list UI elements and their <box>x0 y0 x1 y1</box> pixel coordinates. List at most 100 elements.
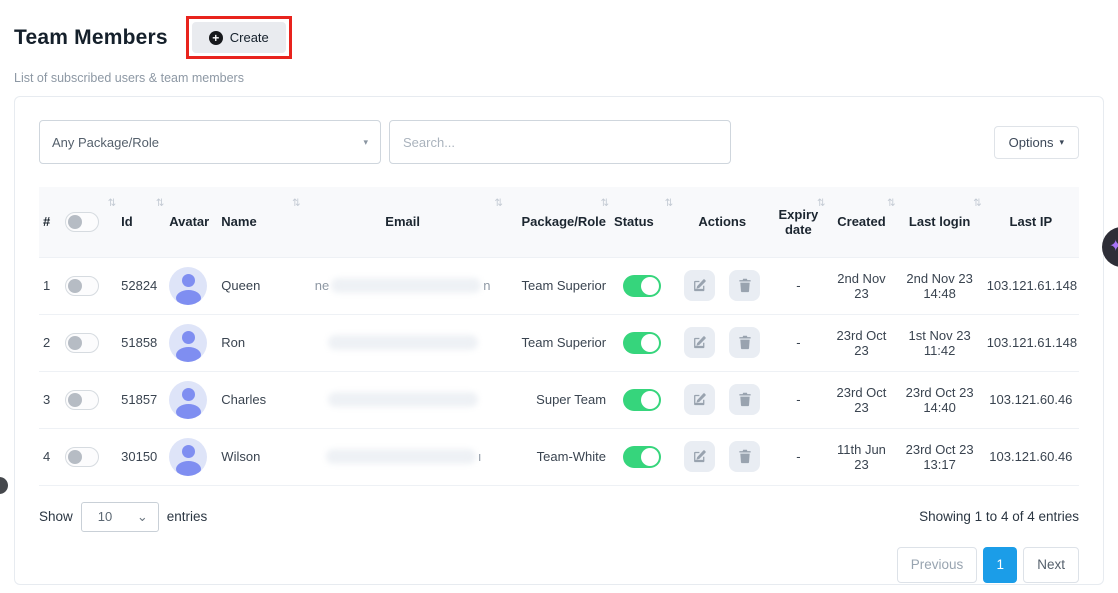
chevron-down-icon: ⌄ <box>137 514 148 519</box>
column-header-last-login[interactable]: Last login ⇅ <box>897 187 983 257</box>
created-date: 23rd Oct 23 <box>826 371 896 428</box>
status-toggle[interactable] <box>623 389 661 411</box>
table-row: 3 51857 Charles Super Team - 23rd Oct 23… <box>39 371 1079 428</box>
sort-icon: ⇅ <box>108 198 116 209</box>
email-fragment: ne <box>315 278 329 293</box>
row-select-toggle[interactable] <box>65 276 99 296</box>
status-toggle[interactable] <box>623 332 661 354</box>
row-number: 3 <box>39 371 61 428</box>
redacted-email <box>326 449 476 464</box>
create-button-label: Create <box>230 30 269 45</box>
sort-icon: ⇅ <box>156 198 164 209</box>
package-role-select[interactable]: Any Package/Role ▾ <box>39 120 381 164</box>
redacted-email <box>331 278 481 293</box>
edit-icon <box>692 278 707 293</box>
delete-button[interactable] <box>729 327 760 358</box>
select-all-toggle[interactable] <box>65 212 99 232</box>
edit-icon <box>692 392 707 407</box>
team-members-page: Team Members + Create List of subscribed… <box>0 0 1118 593</box>
created-date: 2nd Nov 23 <box>826 257 896 314</box>
left-edge-dot <box>0 477 8 494</box>
member-package: Super Team <box>504 371 610 428</box>
member-id: 51858 <box>117 314 165 371</box>
sort-icon: ⇅ <box>665 198 673 209</box>
member-package: Team Superior <box>504 314 610 371</box>
email-fragment: ı <box>478 449 482 464</box>
edit-button[interactable] <box>684 327 715 358</box>
status-toggle[interactable] <box>623 446 661 468</box>
avatar <box>169 438 207 476</box>
options-button[interactable]: Options ▾ <box>994 126 1079 159</box>
delete-button[interactable] <box>729 270 760 301</box>
trash-icon <box>738 335 752 350</box>
sort-icon: ⇅ <box>817 198 825 209</box>
member-package: Team Superior <box>504 257 610 314</box>
next-page-button[interactable]: Next <box>1023 547 1079 583</box>
trash-icon <box>738 278 752 293</box>
member-name: Ron <box>217 314 301 371</box>
table-row: 1 52824 Queen ne n Team Superior - 2nd No… <box>39 257 1079 314</box>
redacted-email <box>328 335 478 350</box>
row-number: 4 <box>39 428 61 485</box>
row-select-toggle[interactable] <box>65 333 99 353</box>
column-header-select-all[interactable]: ⇅ <box>61 187 117 257</box>
last-login: 2nd Nov 23 14:48 <box>897 257 983 314</box>
expiry-date: - <box>770 257 826 314</box>
member-package: Team-White <box>504 428 610 485</box>
expiry-date: - <box>770 428 826 485</box>
created-date: 11th Jun 23 <box>826 428 896 485</box>
member-name: Queen <box>217 257 301 314</box>
assistant-fab-button[interactable]: ✦ <box>1102 227 1118 267</box>
column-header-package[interactable]: Package/Role ⇅ <box>504 187 610 257</box>
row-select-toggle[interactable] <box>65 447 99 467</box>
showing-entries-text: Showing 1 to 4 of 4 entries <box>919 509 1079 524</box>
column-header-created[interactable]: Created ⇅ <box>826 187 896 257</box>
edit-button[interactable] <box>684 384 715 415</box>
column-header-status[interactable]: Status ⇅ <box>610 187 674 257</box>
status-toggle[interactable] <box>623 275 661 297</box>
email-fragment: n <box>483 278 490 293</box>
page-1-button[interactable]: 1 <box>983 547 1017 583</box>
caret-down-icon: ▾ <box>1059 137 1064 148</box>
column-header-name[interactable]: Name ⇅ <box>217 187 301 257</box>
pagination: Previous 1 Next <box>39 547 1079 583</box>
page-size-select[interactable]: 10 ⌄ <box>81 502 159 532</box>
create-button-annotation: + Create <box>186 16 292 59</box>
create-button[interactable]: + Create <box>192 22 286 53</box>
last-login: 23rd Oct 23 14:40 <box>897 371 983 428</box>
sort-icon: ⇅ <box>494 198 502 209</box>
sparkle-icon: ✦ <box>1109 236 1118 256</box>
expiry-date: - <box>770 314 826 371</box>
sort-icon: ⇅ <box>973 198 981 209</box>
page-title: Team Members <box>14 26 168 50</box>
column-header-expiry[interactable]: Expiry date ⇅ <box>770 187 826 257</box>
sort-icon: ⇅ <box>292 198 300 209</box>
avatar <box>169 267 207 305</box>
delete-button[interactable] <box>729 441 760 472</box>
last-login: 23rd Oct 23 13:17 <box>897 428 983 485</box>
members-table: # ⇅ Id ⇅ Avatar Name ⇅ Email ⇅ Package/R… <box>39 187 1079 486</box>
row-number: 2 <box>39 314 61 371</box>
edit-button[interactable] <box>684 270 715 301</box>
page-size-value: 10 <box>98 509 112 524</box>
page-header: Team Members + Create <box>0 0 1118 59</box>
sort-icon: ⇅ <box>887 198 895 209</box>
delete-button[interactable] <box>729 384 760 415</box>
options-button-label: Options <box>1009 135 1054 150</box>
column-header-email[interactable]: Email ⇅ <box>301 187 503 257</box>
entries-label: entries <box>167 509 208 524</box>
member-name: Charles <box>217 371 301 428</box>
package-role-selected-value: Any Package/Role <box>52 135 159 150</box>
row-number: 1 <box>39 257 61 314</box>
column-header-id[interactable]: Id ⇅ <box>117 187 165 257</box>
table-footer: Show 10 ⌄ entries Showing 1 to 4 of 4 en… <box>39 502 1079 532</box>
search-input[interactable] <box>389 120 731 164</box>
edit-button[interactable] <box>684 441 715 472</box>
member-id: 51857 <box>117 371 165 428</box>
previous-page-button[interactable]: Previous <box>897 547 978 583</box>
row-select-toggle[interactable] <box>65 390 99 410</box>
last-ip: 103.121.61.148 <box>983 314 1079 371</box>
last-login: 1st Nov 23 11:42 <box>897 314 983 371</box>
member-id: 52824 <box>117 257 165 314</box>
trash-icon <box>738 392 752 407</box>
